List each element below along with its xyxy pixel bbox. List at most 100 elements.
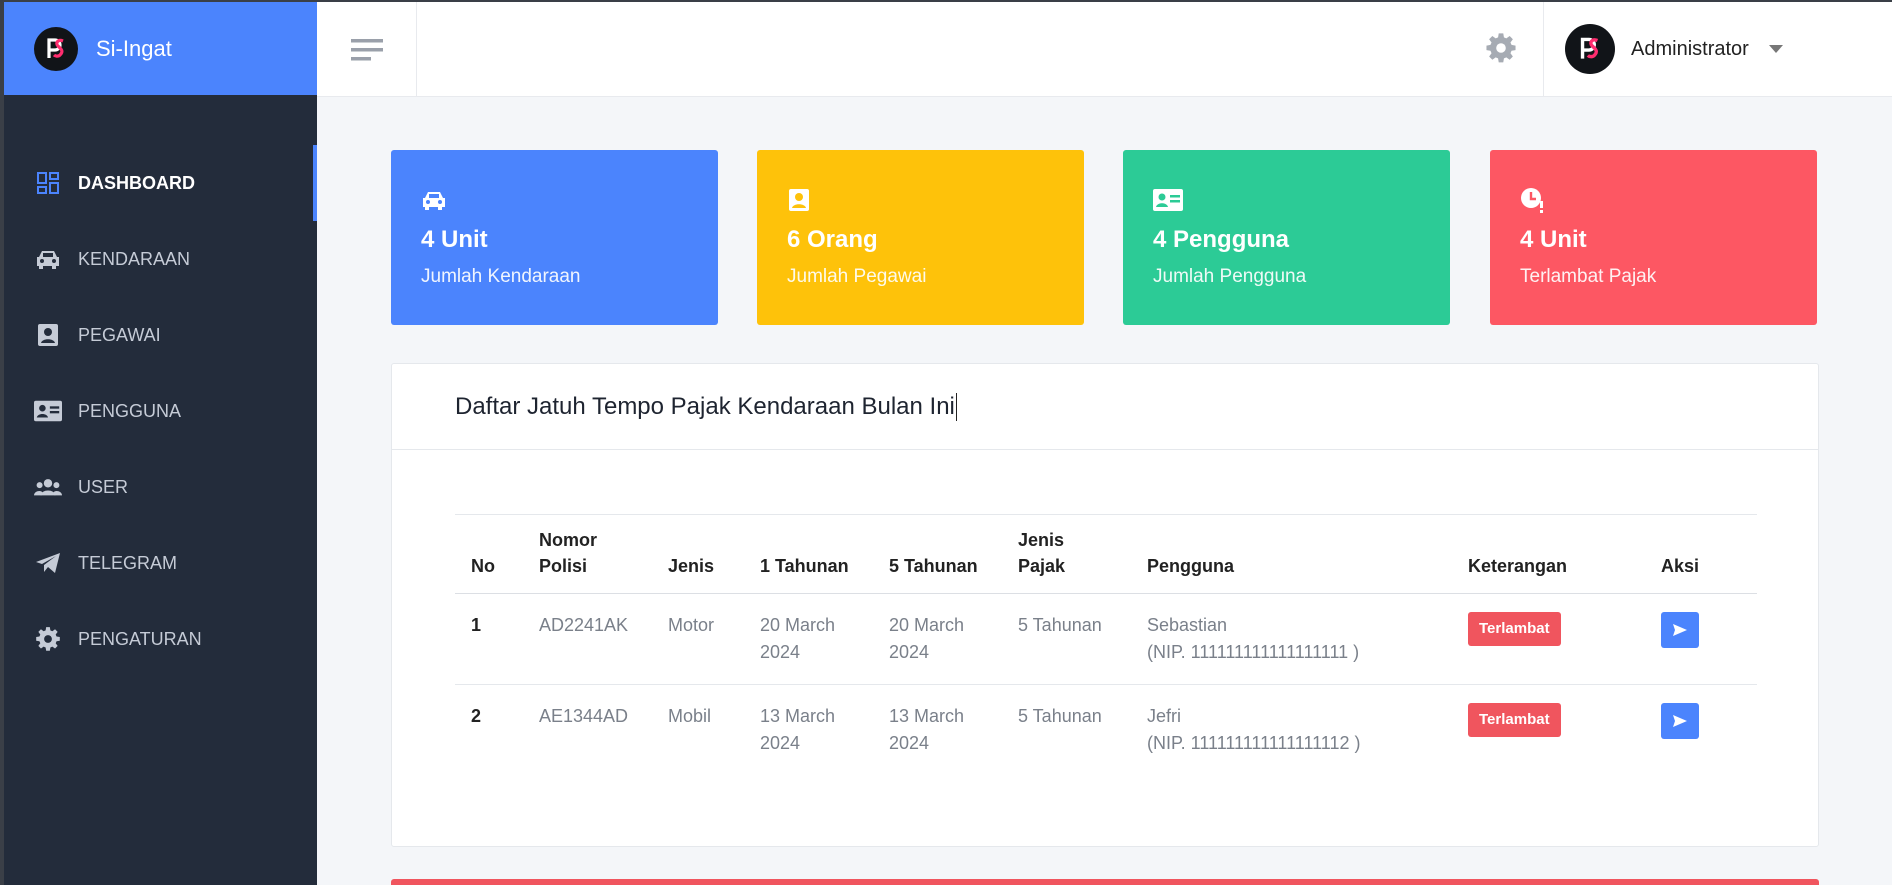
stat-card-terlambat[interactable]: 4 Unit Terlambat Pajak [1490, 150, 1817, 325]
pengguna-nip: (NIP. 111111111111111111 ) [1147, 642, 1360, 662]
stat-value: 4 Pengguna [1153, 226, 1290, 253]
cell-jenis: Mobil [668, 706, 712, 726]
sidebar-item-label: TELEGRAM [78, 552, 178, 573]
send-icon [1673, 624, 1687, 636]
cell-keterangan: Terlambat [1452, 685, 1645, 776]
cell-nomor-polisi: AD2241AK [523, 593, 652, 685]
sidebar-item-label: USER [78, 476, 129, 497]
cell-no: 2 [471, 706, 482, 726]
status-badge: Terlambat [1468, 612, 1561, 646]
due-tax-table-wrap: No Nomor Polisi Jenis 1 Tahunan 5 Tahuna… [455, 514, 1757, 775]
clock-alert-icon [1520, 186, 1787, 214]
topbar: Administrator [317, 2, 1892, 97]
cell-pengguna: Jefri (NIP. 111111111111111112 ) [1131, 685, 1452, 776]
sidebar-item-label: DASHBOARD [78, 172, 195, 193]
cell-aksi [1645, 593, 1757, 685]
text-cursor [955, 392, 957, 421]
sidebar-item-telegram[interactable]: TELEGRAM [4, 525, 317, 601]
stat-label: Jumlah Kendaraan [421, 266, 581, 287]
dashboard-icon [34, 169, 62, 197]
cell-jenis-pajak: 5 Tahunan [1002, 593, 1131, 685]
cell-jenis-pajak: 5 Tahunan [1018, 706, 1102, 726]
stat-card-kendaraan[interactable]: 4 Unit Jumlah Kendaraan [391, 150, 718, 325]
gear-icon [34, 625, 62, 653]
sidebar-menu: DASHBOARD KENDARAAN PEGAWAI PENGGUNA USE… [4, 145, 317, 677]
sidebar-item-label: PENGGUNA [78, 400, 182, 421]
stat-card-pengguna[interactable]: 4 Pengguna Jumlah Pengguna [1123, 150, 1450, 325]
next-panel-edge [391, 879, 1819, 885]
sidebar-item-kendaraan[interactable]: KENDARAAN [4, 221, 317, 297]
avatar [1565, 24, 1615, 74]
table-row: 2 AE1344AD Mobil 13 March 2024 13 March … [455, 685, 1757, 776]
pengguna-name: Sebastian [1147, 615, 1228, 635]
chevron-down-icon [1768, 45, 1783, 53]
menu-toggle-button[interactable] [317, 2, 417, 97]
settings-button[interactable] [1485, 32, 1517, 64]
topbar-divider [1543, 2, 1544, 97]
column-header-nomor-polisi: Nomor Polisi [523, 514, 652, 594]
status-badge: Terlambat [1468, 703, 1561, 737]
panel-title: Daftar Jatuh Tempo Pajak Kendaraan Bulan… [455, 392, 955, 420]
car-icon [34, 245, 62, 273]
sidebar-item-label: PEGAWAI [78, 324, 161, 345]
cell-no: 1 [455, 593, 523, 685]
cell-pengguna: Sebastian (NIP. 111111111111111111 ) [1131, 593, 1452, 685]
gear-icon [1486, 33, 1516, 63]
cell-keterangan: Terlambat [1452, 593, 1645, 685]
due-tax-table: No Nomor Polisi Jenis 1 Tahunan 5 Tahuna… [455, 514, 1757, 775]
cell-1-tahunan: 20 March 2024 [744, 593, 873, 685]
sidebar-item-label: PENGATURAN [78, 628, 202, 649]
cell-5-tahunan: 20 March 2024 [873, 593, 1002, 685]
table-row: 1 AD2241AK Motor 20 March 2024 20 March … [455, 593, 1757, 685]
brand-name: Si-Ingat [96, 35, 172, 61]
id-card-icon [34, 397, 62, 425]
brand[interactable]: Si-Ingat [4, 2, 317, 95]
sidebar-item-user[interactable]: USER [4, 449, 317, 525]
column-header-pengguna: Pengguna [1131, 514, 1452, 594]
send-reminder-button[interactable] [1661, 612, 1699, 648]
stat-value: 4 Unit [1520, 226, 1587, 253]
sidebar-item-pegawai[interactable]: PEGAWAI [4, 297, 317, 373]
app-window: Si-Ingat DASHBOARD KENDARAAN PEGAWAI PEN… [4, 2, 1892, 885]
stat-label: Jumlah Pengguna [1153, 266, 1307, 287]
user-name: Administrator [1631, 37, 1749, 60]
column-header-1-tahunan: 1 Tahunan [744, 514, 873, 594]
column-header-jenis: Jenis [652, 514, 744, 594]
cell-jenis: Motor [652, 593, 744, 685]
cell-1-tahunan: 13 March 2024 [760, 706, 836, 753]
id-badge-icon [34, 321, 62, 349]
id-card-icon [1153, 186, 1420, 214]
sidebar-item-pengaturan[interactable]: PENGATURAN [4, 601, 317, 677]
panel-header: Daftar Jatuh Tempo Pajak Kendaraan Bulan… [392, 364, 1818, 450]
column-header-5-tahunan: 5 Tahunan [873, 514, 1002, 594]
user-menu[interactable]: Administrator [1565, 24, 1783, 74]
sidebar-item-pengguna[interactable]: PENGGUNA [4, 373, 317, 449]
sidebar-item-dashboard[interactable]: DASHBOARD [4, 145, 317, 221]
cell-nomor-polisi: AE1344AD [539, 706, 629, 726]
telegram-icon [34, 549, 62, 577]
brand-logo [34, 26, 78, 71]
table-header-row: No Nomor Polisi Jenis 1 Tahunan 5 Tahuna… [455, 514, 1757, 594]
id-badge-icon [787, 186, 1054, 214]
stat-label: Jumlah Pegawai [787, 266, 927, 287]
car-icon [421, 186, 688, 214]
cell-5-tahunan: 13 March 2024 [889, 706, 965, 753]
sidebar: Si-Ingat DASHBOARD KENDARAAN PEGAWAI PEN… [4, 2, 317, 885]
send-icon [1673, 715, 1687, 727]
column-header-aksi: Aksi [1645, 514, 1757, 594]
pengguna-nip: (NIP. 111111111111111112 ) [1147, 733, 1361, 753]
column-header-keterangan: Keterangan [1452, 514, 1645, 594]
stat-value: 6 Orang [787, 226, 878, 253]
stat-card-pegawai[interactable]: 6 Orang Jumlah Pegawai [757, 150, 1084, 325]
send-reminder-button[interactable] [1661, 703, 1699, 739]
stat-label: Terlambat Pajak [1520, 266, 1657, 287]
due-tax-panel: Daftar Jatuh Tempo Pajak Kendaraan Bulan… [391, 363, 1819, 847]
hamburger-icon [350, 38, 383, 60]
cell-aksi [1645, 685, 1757, 776]
column-header-jenis-pajak: Jenis Pajak [1002, 514, 1131, 594]
stat-value: 4 Unit [421, 226, 488, 253]
pengguna-name: Jefri [1147, 706, 1182, 726]
column-header-no: No [455, 514, 523, 594]
sidebar-item-label: KENDARAAN [78, 248, 191, 269]
users-icon [34, 473, 62, 501]
